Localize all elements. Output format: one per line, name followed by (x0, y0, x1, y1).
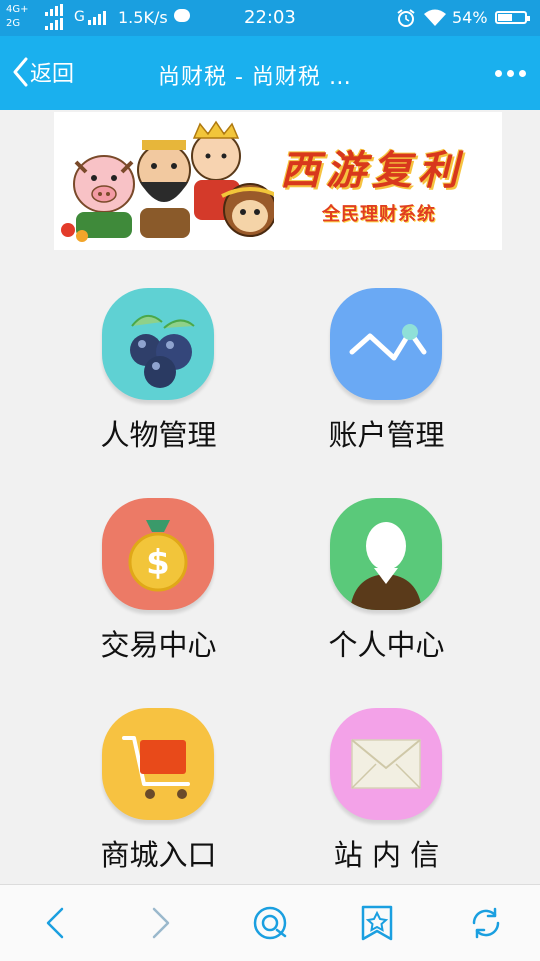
menu-label: 站 内 信 (333, 838, 440, 872)
nav-bar: 返回 尚财税 - 尚财税 … (0, 36, 540, 110)
menu-label: 人物管理 (100, 418, 217, 452)
menu-label: 商城入口 (100, 838, 217, 872)
menu-label: 个人中心 (328, 628, 445, 662)
shopping-cart-icon (102, 708, 214, 820)
status-bar: 4G+ 2G G 1.5K/s 22:03 54% (0, 0, 540, 36)
chat-bubble-icon (174, 9, 190, 22)
signal-icon (45, 4, 63, 30)
sim2-network: G (74, 9, 85, 25)
network-speed: 1.5K/s (118, 8, 168, 27)
banner-subtitle: 全民理财系统 (322, 204, 436, 225)
browser-toolbar (0, 884, 540, 961)
trend-line-icon (330, 288, 442, 400)
battery-level (498, 14, 512, 21)
more-dot-icon (519, 70, 526, 77)
alarm-icon (397, 9, 415, 27)
journey-west-characters-illustration (61, 120, 274, 242)
envelope-icon (330, 708, 442, 820)
more-dot-icon (507, 70, 514, 77)
menu-shop-entrance[interactable]: 商城入口 (56, 708, 276, 888)
network-indicator: 4G+ 2G (6, 3, 29, 31)
battery-icon (495, 11, 530, 24)
chevron-left-icon (13, 57, 28, 87)
clock: 22:03 (244, 7, 296, 28)
menu-trading-center[interactable]: $ 交易中心 (56, 498, 276, 678)
blueberry-icon (102, 288, 214, 400)
menu-personal-center[interactable]: 个人中心 (284, 498, 504, 678)
page-title: 尚财税 - 尚财税 … (158, 65, 352, 90)
menu-label: 账户管理 (328, 418, 445, 452)
more-dot-icon (495, 70, 502, 77)
refresh-icon[interactable] (466, 903, 506, 943)
menu-site-messages[interactable]: 站 内 信 (284, 708, 504, 888)
more-button[interactable] (495, 70, 526, 77)
menu-account-management[interactable]: 账户管理 (284, 288, 504, 468)
money-bag-icon: $ (102, 498, 214, 610)
wifi-icon (424, 9, 446, 26)
network-type-top: 4G+ (6, 4, 29, 15)
back-label: 返回 (30, 62, 75, 87)
bookmark-star-icon[interactable] (357, 903, 397, 943)
back-arrow-icon[interactable] (36, 903, 76, 943)
banner: 西游复利 全民理财系统 (54, 112, 502, 250)
home-qq-icon[interactable] (250, 903, 290, 943)
forward-arrow-icon[interactable] (140, 903, 180, 943)
back-button[interactable]: 返回 (12, 56, 74, 88)
menu-label: 交易中心 (100, 628, 217, 662)
menu-character-management[interactable]: 人物管理 (56, 288, 276, 468)
battery-percent: 54% (452, 8, 488, 27)
svg-text:$: $ (146, 543, 170, 583)
signal-icon-2 (88, 11, 106, 25)
banner-title: 西游复利 (280, 147, 464, 194)
network-type-bottom: 2G (6, 18, 21, 29)
person-icon (330, 498, 442, 610)
